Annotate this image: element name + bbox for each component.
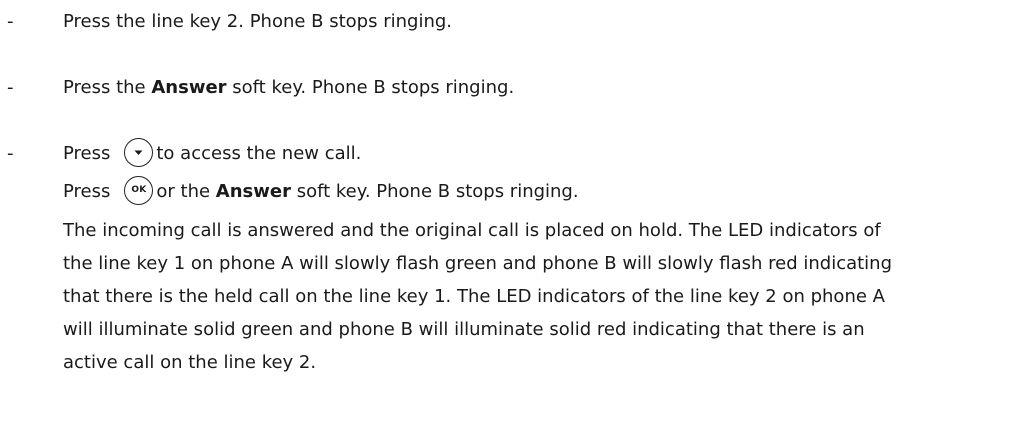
paragraph-line: will illuminate solid green and phone B … xyxy=(63,319,865,340)
step-text: Press the line key 2. Phone B stops ring… xyxy=(63,2,452,42)
answer-softkey-label: Answer xyxy=(151,77,227,98)
down-arrow-key-icon xyxy=(124,137,154,167)
step-3-line-1-post: to access the new call. xyxy=(156,143,362,164)
step-3-line-2-pre: Press xyxy=(63,181,111,202)
step-3-line-1: Press to access the new call. xyxy=(63,134,361,174)
paragraph-line: the line key 1 on phone A will slowly fl… xyxy=(63,253,893,274)
step-3-line-2: Press OK or the Answer soft key. Phone B s… xyxy=(63,172,579,212)
step-3-line-2-post: soft key. Phone B stops ringing. xyxy=(290,181,579,202)
bullet-dash: - xyxy=(7,77,14,98)
paragraph-line: that there is the held call on the line … xyxy=(63,286,885,307)
answer-softkey-label: Answer xyxy=(215,181,291,202)
document-body: - Press the line key 2. Phone B stops ri… xyxy=(0,0,1028,423)
step-3-line-1-pre: Press xyxy=(63,143,111,164)
paragraph-line: active call on the line key 2. xyxy=(63,352,317,373)
ok-key-label: OK xyxy=(131,184,147,195)
result-paragraph: The incoming call is answered and the or… xyxy=(63,214,1023,379)
step-3-line-2-mid: or the xyxy=(156,181,216,202)
paragraph-line: The incoming call is answered and the or… xyxy=(63,220,881,241)
step-text: Press the Answer soft key. Phone B stops… xyxy=(63,68,514,108)
step-1-text: Press the line key 2. Phone B stops ring… xyxy=(63,11,453,32)
step-2-pre: Press the xyxy=(63,77,152,98)
bullet-dash: - xyxy=(7,143,14,164)
ok-key-icon: OK xyxy=(124,175,154,205)
bullet-dash: - xyxy=(7,11,14,32)
step-2-post: soft key. Phone B stops ringing. xyxy=(226,77,515,98)
